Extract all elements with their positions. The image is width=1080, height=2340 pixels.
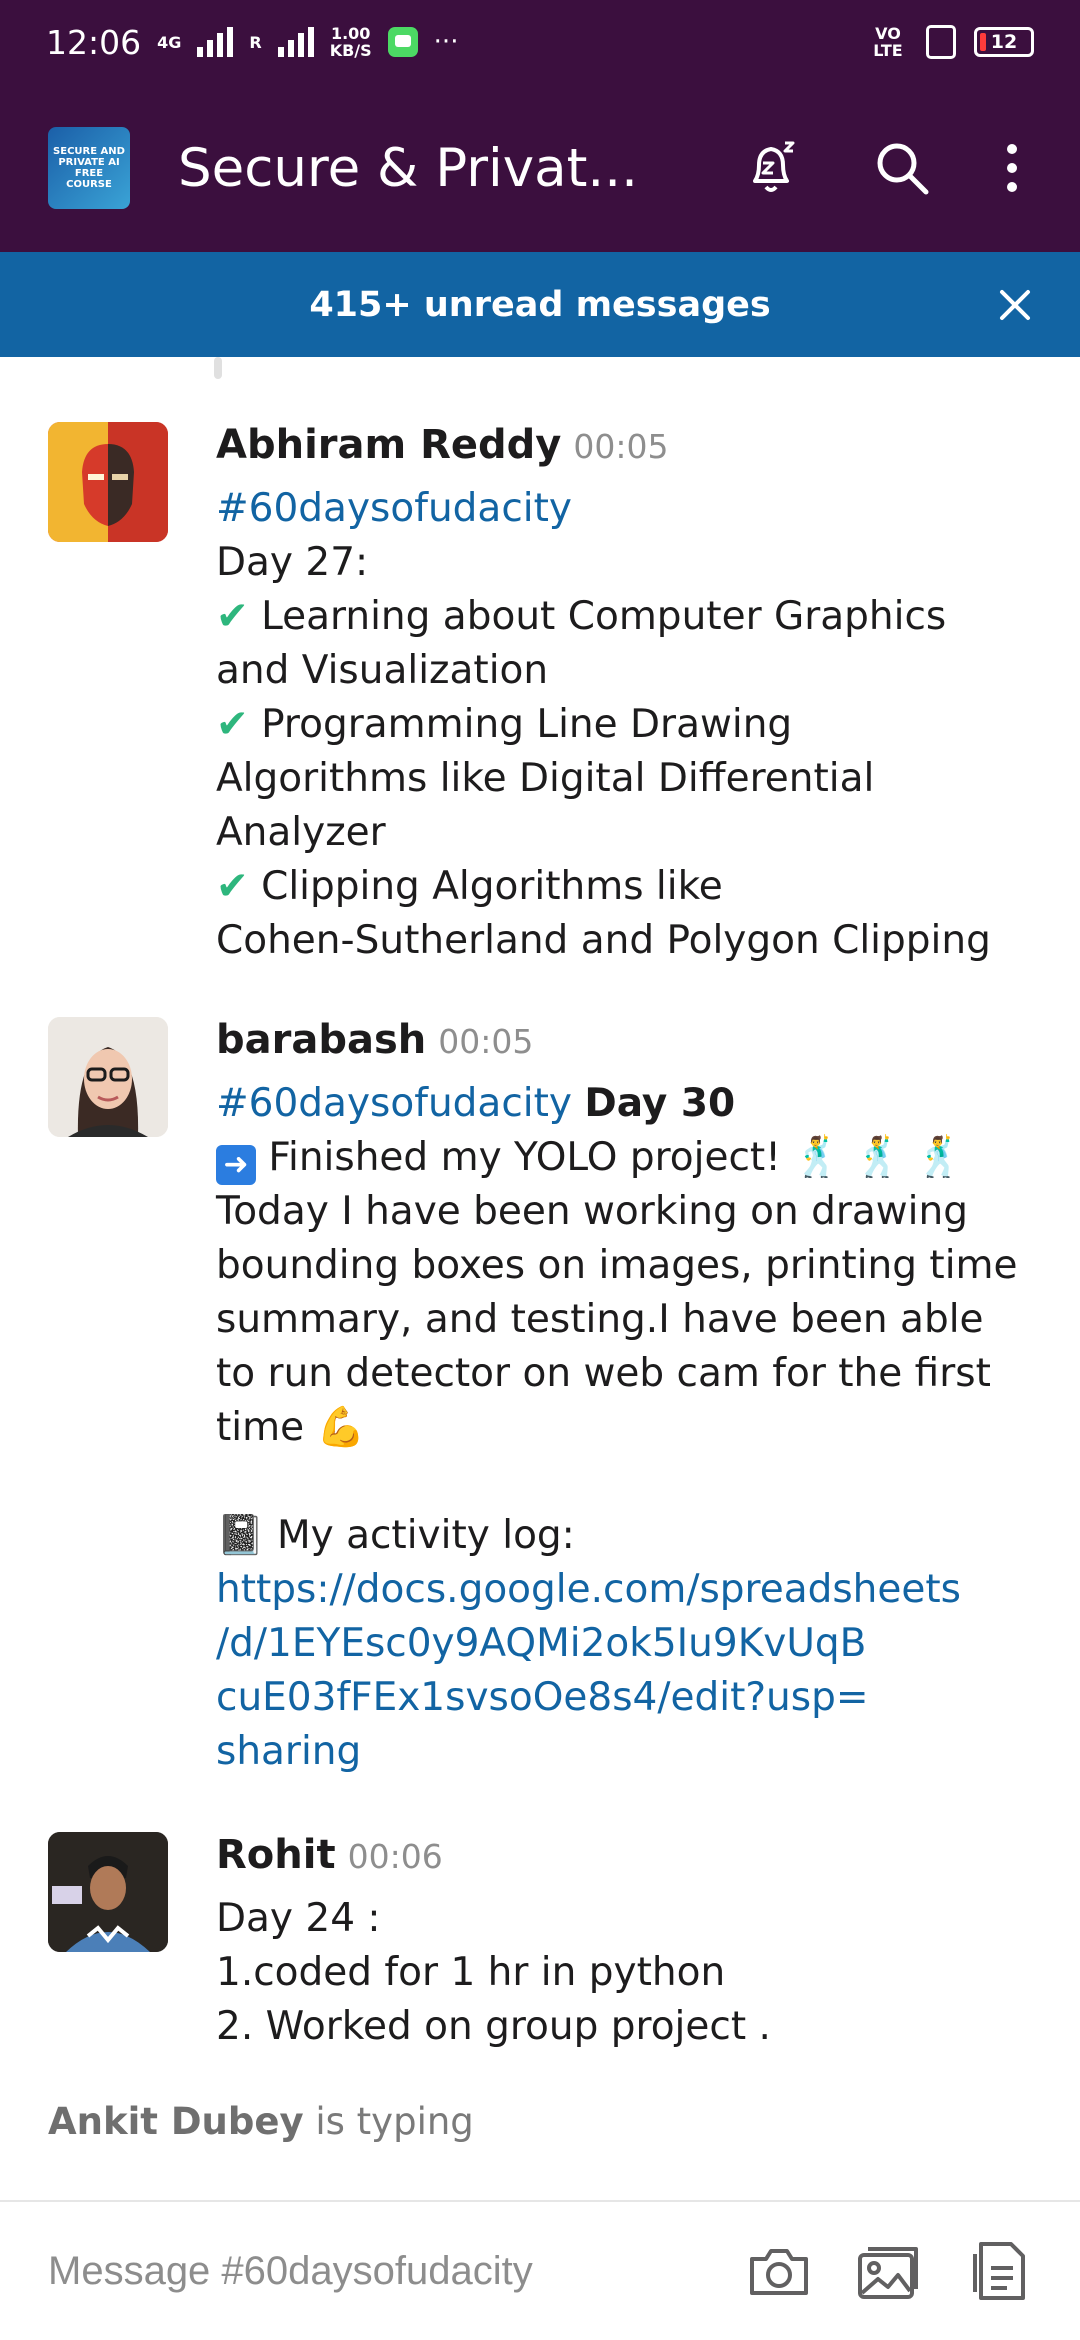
close-icon[interactable]	[980, 270, 1050, 340]
previous-message-edge	[214, 357, 222, 379]
message-text-line: Cohen-Sutherland and Polygon Clipping	[216, 918, 991, 963]
avatar[interactable]	[48, 1017, 168, 1137]
message-input[interactable]: Message #60daysofudacity	[48, 2249, 533, 2294]
check-mark-icon: ✔	[216, 702, 249, 747]
spreadsheet-link[interactable]: cuE03fFEx1svsoOe8s4/edit?usp=	[216, 1671, 1040, 1725]
camera-icon[interactable]	[746, 2238, 812, 2304]
avatar[interactable]	[48, 422, 168, 542]
snooze-bell-icon[interactable]	[732, 128, 812, 208]
message-text-line: Day 27:	[216, 540, 369, 585]
signal-icon-2	[277, 27, 314, 57]
channel-hashtag-link[interactable]: #60daysofudacity	[216, 1081, 572, 1126]
roaming-label: R	[249, 32, 262, 52]
channel-hashtag-link[interactable]: #60daysofudacity	[216, 482, 1040, 536]
sender-name[interactable]: barabash	[216, 1017, 426, 1063]
sender-name[interactable]: Rohit	[216, 1832, 336, 1878]
signal-icon	[197, 27, 234, 57]
message-text-line: Algorithms like Digital Differential	[216, 756, 875, 801]
workspace-logo-text: SECURE AND PRIVATE AI FREE COURSE	[53, 146, 125, 190]
message-text-line: 📓 My activity log:	[216, 1513, 575, 1558]
message-text-line: Today I have been working on drawing	[216, 1189, 968, 1234]
message-item[interactable]: Abhiram Reddy 00:05 #60daysofudacity Day…	[48, 422, 1040, 982]
message-text-line: Day 24 :	[216, 1896, 381, 1941]
message-time: 00:05	[438, 1022, 534, 1061]
message-text-line: Analyzer	[216, 810, 386, 855]
typing-text: is typing	[315, 2100, 474, 2143]
sender-name[interactable]: Abhiram Reddy	[216, 422, 561, 468]
battery-level: 12	[990, 31, 1018, 53]
message-text-line: 1.coded for 1 hr in python	[216, 1950, 726, 1995]
message-item[interactable]: Rohit 00:06 Day 24 : 1.coded for 1 hr in…	[48, 1832, 1040, 2072]
search-icon[interactable]	[862, 128, 942, 208]
message-text-line: summary, and testing.I have been able	[216, 1297, 984, 1342]
message-text-line: 2. Worked on group project .	[216, 2004, 771, 2049]
channel-title[interactable]: Secure & Privat...	[178, 138, 638, 199]
spreadsheet-link[interactable]: /d/1EYEsc0y9AQMi2ok5Iu9KvUqB	[216, 1617, 1040, 1671]
status-bar: 12:06 4G R 1.00 KB/S ··· VO LTE 12	[0, 0, 1080, 84]
message-text-line: Clipping Algorithms like	[261, 864, 723, 909]
message-text-line: bounding boxes on images, printing time	[216, 1243, 1018, 1288]
gallery-icon[interactable]	[856, 2238, 922, 2304]
data-speed: 1.00 KB/S	[330, 25, 372, 59]
spreadsheet-link[interactable]: sharing	[216, 1725, 1040, 1779]
message-text-line: and Visualization	[216, 648, 549, 693]
file-icon[interactable]	[966, 2238, 1032, 2304]
arrow-right-icon: ➜	[216, 1145, 256, 1185]
check-mark-icon: ✔	[216, 864, 249, 909]
message-text-line: Finished my YOLO project! 🕺 🕺 🕺	[268, 1135, 964, 1180]
day-label: Day 30	[584, 1081, 736, 1126]
message-time: 00:05	[573, 427, 669, 466]
network-4g-label: 4G	[157, 32, 182, 52]
message-text-line: to run detector on web cam for the first	[216, 1351, 991, 1396]
avatar[interactable]	[48, 1832, 168, 1952]
more-notifications-icon: ···	[433, 27, 459, 57]
volte-label: VO LTE	[873, 24, 903, 60]
vibrate-icon	[926, 25, 956, 59]
message-text-line: Programming Line Drawing	[261, 702, 793, 747]
battery-icon: 12	[974, 27, 1034, 57]
unread-banner[interactable]: 415+ unread messages	[0, 252, 1080, 357]
workspace-logo[interactable]: SECURE AND PRIVATE AI FREE COURSE	[48, 127, 130, 209]
message-composer: Message #60daysofudacity	[0, 2200, 1080, 2340]
app-bar: SECURE AND PRIVATE AI FREE COURSE Secure…	[0, 84, 1080, 252]
spreadsheet-link[interactable]: https://docs.google.com/spreadsheets	[216, 1563, 1040, 1617]
typing-user-name: Ankit Dubey	[48, 2100, 304, 2143]
message-item[interactable]: barabash 00:05 #60daysofudacity Day 30 ➜…	[48, 1017, 1040, 1797]
message-text-line: time 💪	[216, 1405, 366, 1450]
message-text-line: Learning about Computer Graphics	[261, 594, 947, 639]
data-speed-unit: KB/S	[329, 41, 372, 60]
clock: 12:06	[46, 22, 142, 62]
check-mark-icon: ✔	[216, 594, 249, 639]
chat-notification-icon	[387, 27, 418, 57]
message-time: 00:06	[347, 1837, 443, 1876]
more-vert-icon[interactable]	[992, 128, 1032, 208]
unread-banner-text: 415+ unread messages	[309, 284, 771, 325]
typing-indicator: Ankit Dubey is typing	[48, 2100, 474, 2143]
